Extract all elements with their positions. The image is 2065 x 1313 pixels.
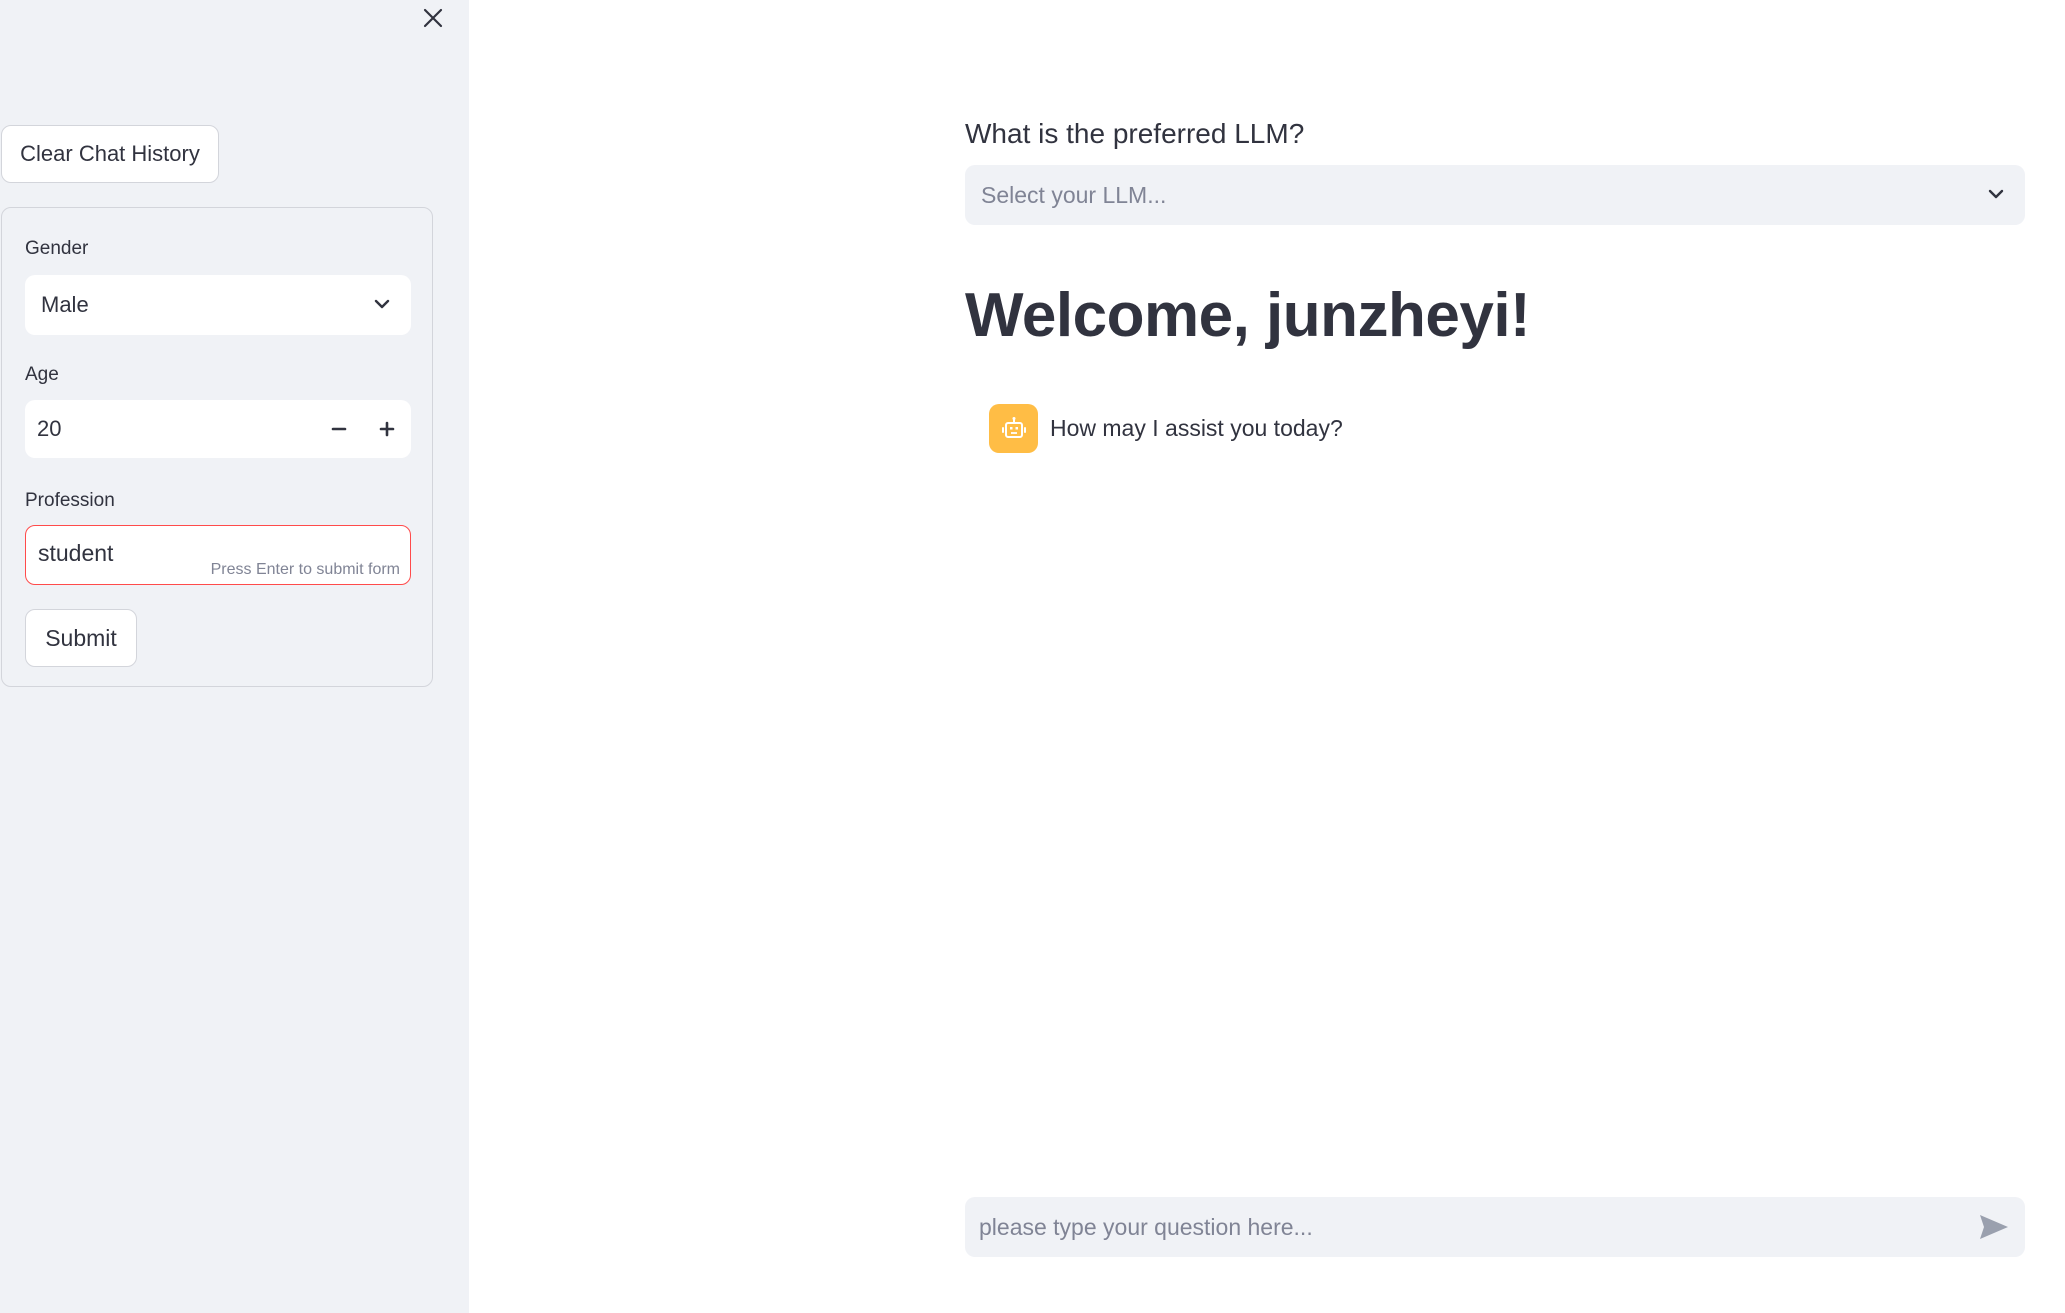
app-root: Clear Chat History Gender Male Age 20 Pr… — [0, 0, 2065, 1313]
profession-value: student — [38, 540, 114, 566]
age-increment-button[interactable] — [363, 400, 411, 458]
chevron-down-icon — [1988, 189, 2004, 199]
submit-hint: Press Enter to submit form — [210, 561, 400, 578]
profession-input[interactable]: student Press Enter to submit form — [25, 525, 411, 585]
page-title: Welcome, junzheyi! — [965, 281, 1531, 350]
llm-select-label: What is the preferred LLM? — [965, 118, 1305, 149]
submit-button[interactable]: Submit — [25, 609, 137, 667]
chevron-down-icon — [374, 299, 390, 309]
llm-select-placeholder: Select your LLM... — [981, 181, 1167, 208]
close-sidebar-button[interactable] — [417, 0, 449, 36]
chat-message: How may I assist you today? — [989, 404, 1343, 453]
message-text: How may I assist you today? — [1050, 415, 1343, 441]
age-value[interactable]: 20 — [25, 400, 315, 458]
send-button[interactable] — [1977, 1211, 2011, 1243]
send-icon — [1980, 1215, 2008, 1239]
user-info-form: Gender Male Age 20 Profession student Pr… — [1, 207, 433, 687]
age-label: Age — [25, 364, 59, 385]
minus-icon — [331, 427, 347, 431]
llm-select[interactable]: Select your LLM... — [965, 165, 2025, 225]
robot-icon — [1001, 416, 1026, 438]
profession-label: Profession — [25, 490, 115, 511]
main-content: What is the preferred LLM? Select your L… — [469, 0, 2065, 1313]
sidebar: Clear Chat History Gender Male Age 20 Pr… — [0, 0, 469, 1313]
age-number-input: 20 — [25, 400, 411, 458]
chat-input[interactable]: please type your question here... — [965, 1197, 2025, 1257]
assistant-avatar — [989, 404, 1038, 453]
close-icon — [423, 8, 443, 28]
gender-select[interactable]: Male — [25, 275, 411, 335]
plus-icon — [379, 421, 395, 437]
gender-label: Gender — [25, 238, 89, 259]
age-decrement-button[interactable] — [315, 400, 363, 458]
clear-chat-history-button[interactable]: Clear Chat History — [1, 125, 219, 183]
gender-select-value: Male — [41, 292, 89, 317]
chat-input-placeholder: please type your question here... — [979, 1213, 1313, 1240]
